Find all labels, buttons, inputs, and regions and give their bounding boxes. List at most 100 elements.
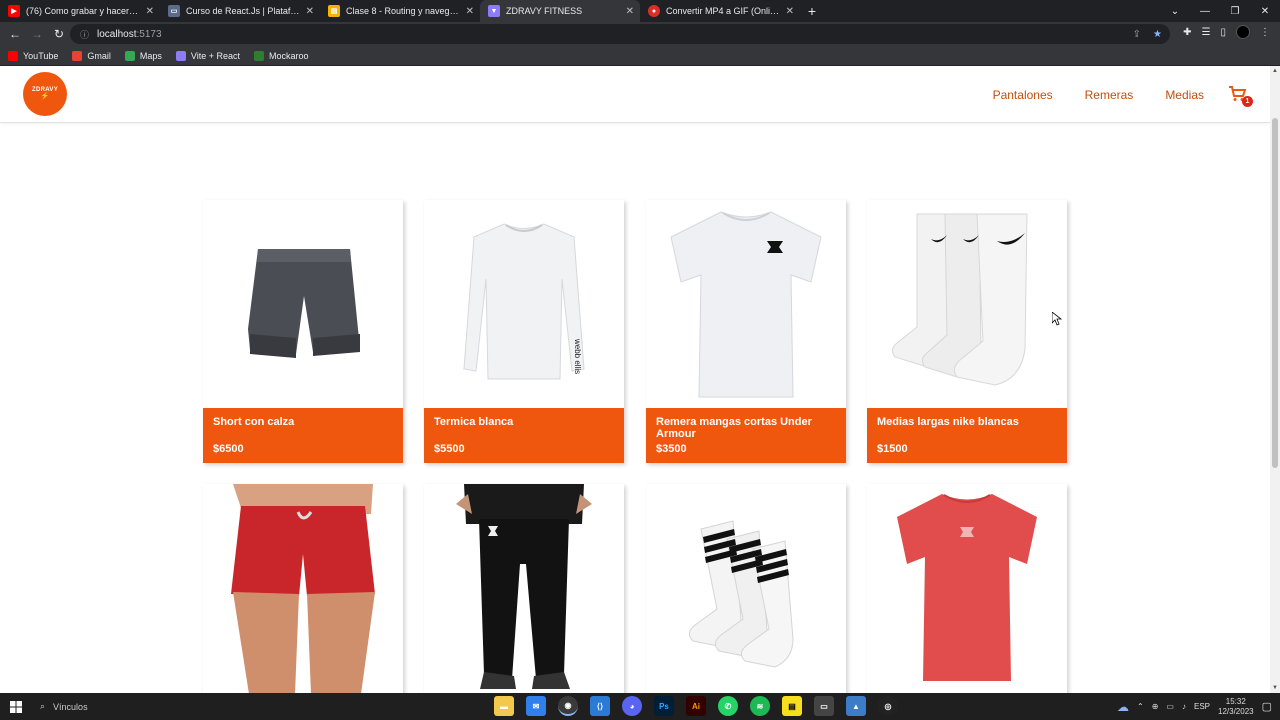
profile-avatar[interactable] (1236, 25, 1250, 39)
bookmark-vite[interactable]: Vite + React (175, 50, 241, 61)
photos-icon[interactable]: ▲ (846, 696, 866, 716)
discord-icon[interactable]: ◕ (622, 696, 642, 716)
product-card[interactable]: Short con calza $6500 (203, 200, 403, 463)
terminal-icon[interactable]: ▭ (814, 696, 834, 716)
tray-chevron-icon[interactable]: ⌃ (1137, 702, 1144, 711)
start-button[interactable] (0, 693, 32, 720)
vite-icon: ▼ (488, 5, 500, 17)
youtube-icon: ▶ (8, 5, 20, 17)
clock[interactable]: 15:32 12/3/2023 (1218, 697, 1254, 717)
maximize-icon[interactable]: ❐ (1220, 0, 1250, 22)
product-card[interactable]: webb ellis Termica blanca $5500 (424, 200, 624, 463)
site-logo[interactable]: ZDRAVY ⚡ (23, 72, 67, 116)
tshirt-image (670, 210, 822, 397)
product-card[interactable]: Medias largas nike blancas $1500 (867, 200, 1067, 463)
mail-icon[interactable]: ✉ (526, 696, 546, 716)
browser-tab[interactable]: ▭ Curso de React.Js | Plataforma el ✕ (160, 0, 320, 22)
reading-list-icon[interactable]: ☰ (1202, 27, 1211, 38)
reload-icon[interactable]: ↻ (48, 23, 70, 45)
back-icon[interactable]: ← (4, 23, 26, 45)
slides-icon: ▤ (328, 5, 340, 17)
photoshop-icon[interactable]: Ps (654, 696, 674, 716)
tab-title: ZDRAVY FITNESS (506, 6, 583, 16)
close-icon[interactable]: ✕ (146, 6, 154, 17)
product-price: $3500 (656, 443, 687, 455)
bookmark-youtube[interactable]: YouTube (8, 50, 58, 61)
close-icon[interactable]: ✕ (306, 6, 314, 17)
extensions-icon[interactable]: ✚ (1183, 27, 1191, 38)
bookmark-gmail[interactable]: Gmail (72, 50, 111, 61)
search-icon: ⌕ (40, 701, 46, 711)
browser-tab-bar: ▶ (76) Como grabar y hacer gifs fác ✕ ▭ … (0, 0, 1280, 22)
product-image (646, 484, 846, 693)
browser-tab-active[interactable]: ▼ ZDRAVY FITNESS ✕ (480, 0, 640, 22)
new-tab-button[interactable]: + (800, 0, 824, 22)
close-icon[interactable]: ✕ (626, 6, 634, 17)
product-image (867, 484, 1067, 693)
close-window-icon[interactable]: ✕ (1250, 0, 1280, 22)
nav-pantalones[interactable]: Pantalones (993, 88, 1053, 102)
product-card[interactable] (203, 484, 403, 693)
side-panel-icon[interactable]: ▯ (1220, 27, 1226, 38)
red-tshirt-image (897, 494, 1037, 681)
file-explorer-icon[interactable]: ▬ (494, 696, 514, 716)
product-image (203, 200, 403, 408)
spotify-icon[interactable]: ≋ (750, 696, 770, 716)
close-icon[interactable]: ✕ (786, 6, 794, 17)
weather-icon[interactable]: ☁ (1117, 700, 1129, 714)
product-info: Short con calza $6500 (203, 408, 403, 463)
url-bar[interactable]: ⓘ localhost:5173 ⇪ ★ (70, 24, 1170, 44)
sticky-notes-icon[interactable]: ▤ (782, 696, 802, 716)
clock-time: 15:32 (1225, 696, 1246, 706)
site-info-icon[interactable]: ⓘ (80, 28, 89, 41)
product-image (646, 200, 846, 408)
scroll-up-arrow-icon[interactable]: ▲ (1270, 66, 1280, 76)
cart-count-badge: 1 (1242, 96, 1253, 107)
minimize-icon[interactable]: — (1190, 0, 1220, 22)
vite-icon (175, 50, 186, 61)
scroll-down-arrow-icon[interactable]: ▼ (1270, 683, 1280, 693)
scrollbar-thumb[interactable] (1272, 118, 1278, 468)
taskbar-search[interactable]: ⌕ Vínculos (40, 701, 460, 712)
speaker-icon[interactable]: ♪ (1182, 702, 1186, 711)
obs-icon[interactable]: ◎ (878, 696, 898, 716)
bookmark-mockaroo[interactable]: Mockaroo (254, 50, 309, 61)
tab-search-icon[interactable]: ⌄ (1160, 0, 1190, 22)
product-card[interactable] (867, 484, 1067, 693)
close-icon[interactable]: ✕ (466, 6, 474, 17)
bookmark-label: Mockaroo (269, 50, 309, 61)
browser-tab[interactable]: ▶ (76) Como grabar y hacer gifs fác ✕ (0, 0, 160, 22)
browser-tab[interactable]: ▤ Clase 8 - Routing y navegación ✕ (320, 0, 480, 22)
share-icon[interactable]: ⇪ (1133, 29, 1141, 40)
vscode-icon[interactable]: ⟨⟩ (590, 696, 610, 716)
nav-medias[interactable]: Medias (1165, 88, 1204, 102)
page-scrollbar[interactable]: ▲ ▼ (1270, 66, 1280, 693)
menu-icon[interactable]: ⋮ (1260, 27, 1270, 38)
clock-date: 12/3/2023 (1218, 706, 1254, 716)
bookmark-maps[interactable]: Maps (124, 50, 162, 61)
adidas-socks-image (689, 520, 794, 668)
product-card[interactable] (646, 484, 846, 693)
mockaroo-icon (254, 50, 265, 61)
forward-icon[interactable]: → (26, 23, 48, 45)
cart-button[interactable]: 1 (1228, 86, 1253, 107)
battery-icon[interactable]: ▭ (1166, 702, 1174, 711)
product-card[interactable]: Remera mangas cortas Under Armour $3500 (646, 200, 846, 463)
mouse-cursor-icon (1052, 312, 1062, 326)
language-indicator[interactable]: ESP (1194, 702, 1210, 711)
url-port: :5173 (136, 28, 162, 40)
browser-tab[interactable]: ● Convertir MP4 a GIF (Online y Gr ✕ (640, 0, 800, 22)
notifications-icon[interactable]: ▢ (1262, 700, 1272, 713)
bookmark-label: Vite + React (190, 50, 241, 61)
product-info: Medias largas nike blancas $1500 (867, 408, 1067, 463)
site-header: ZDRAVY ⚡ Pantalones Remeras Medias 1 (0, 66, 1270, 123)
illustrator-icon[interactable]: Ai (686, 696, 706, 716)
nav-remeras[interactable]: Remeras (1085, 88, 1134, 102)
bookmark-star-icon[interactable]: ★ (1153, 29, 1162, 40)
chrome-icon[interactable]: ◉ (558, 696, 578, 716)
network-icon[interactable]: ⊕ (1152, 702, 1159, 711)
whatsapp-icon[interactable]: ✆ (718, 696, 738, 716)
socks-image (891, 213, 1028, 386)
product-card[interactable] (424, 484, 624, 693)
product-info: Remera mangas cortas Under Armour $3500 (646, 408, 846, 463)
